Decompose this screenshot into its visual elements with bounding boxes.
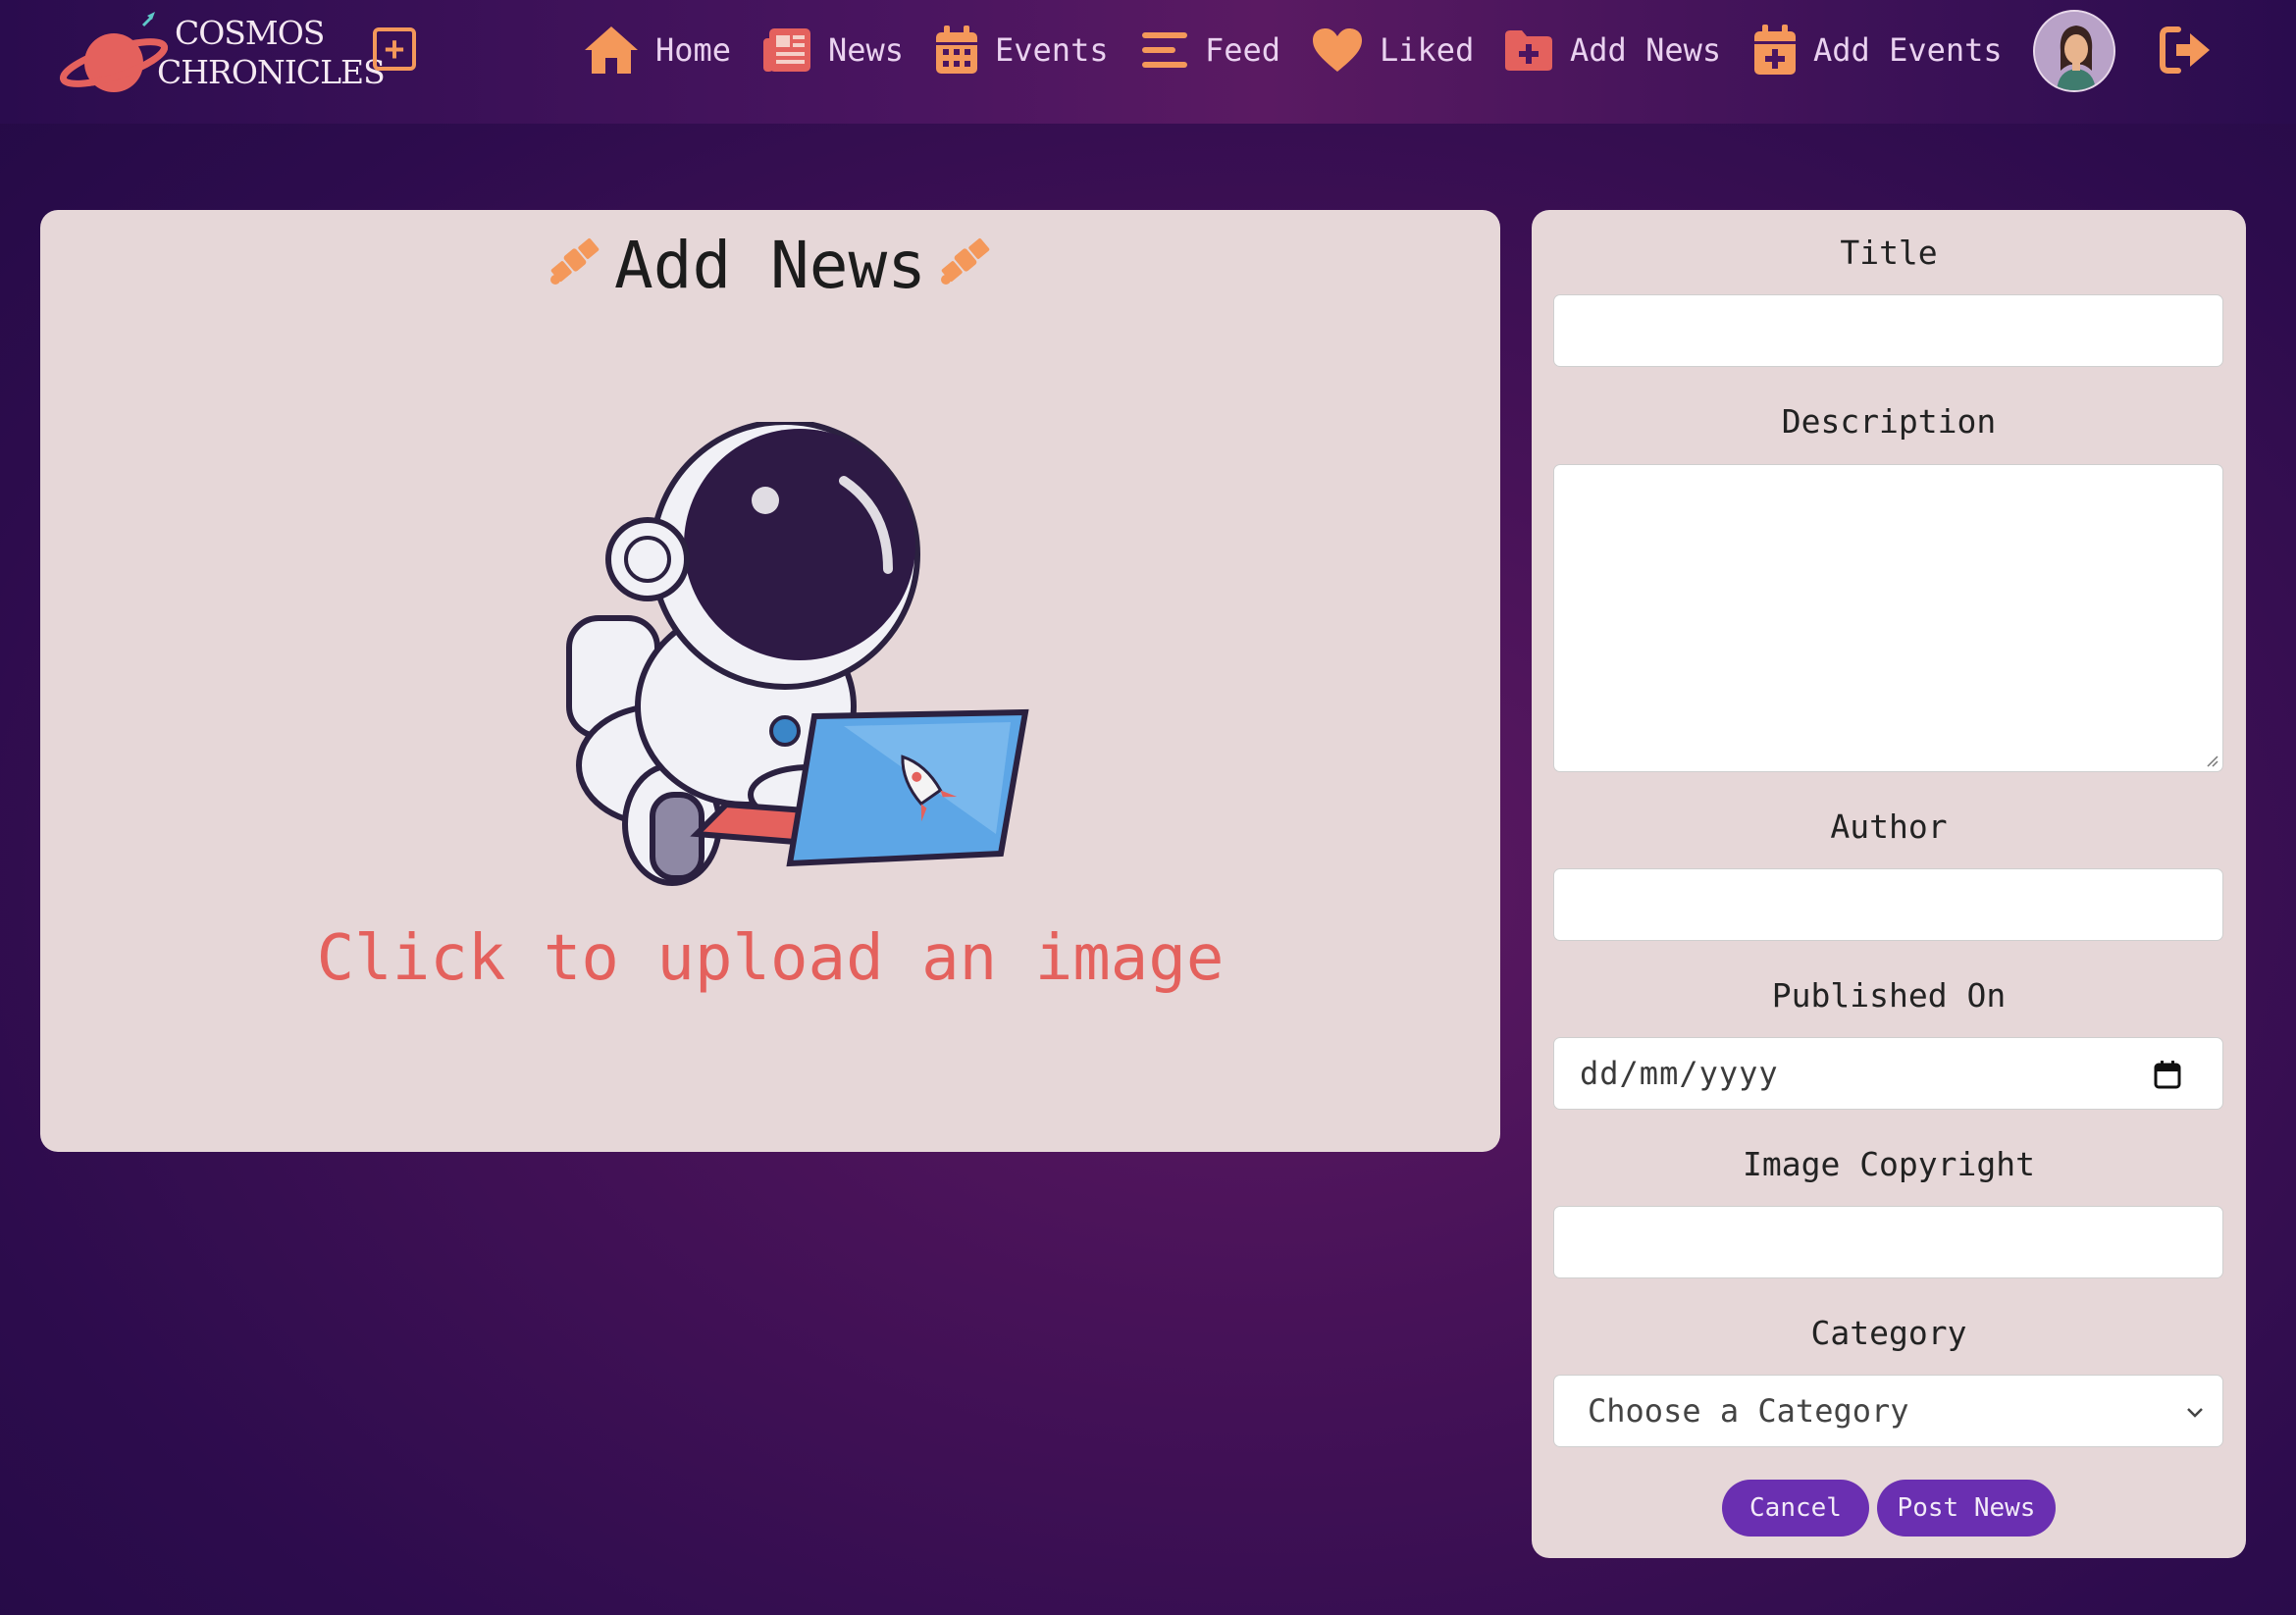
resize-handle-icon[interactable]: [2203, 752, 2218, 767]
nav-item-feed[interactable]: Feed: [1140, 18, 1280, 82]
bars-icon: [1140, 28, 1189, 72]
title-label: Title: [1840, 234, 1938, 272]
astronaut-laptop-illustration[interactable]: [549, 419, 1040, 903]
nav-label-events: Events: [995, 31, 1109, 69]
published-on-date-input[interactable]: dd/mm/yyyy: [1553, 1037, 2223, 1110]
published-on-label: Published On: [1771, 976, 2007, 1015]
nav-item-news[interactable]: News: [761, 18, 904, 82]
nav-label-news: News: [828, 31, 905, 69]
calendar-picker-icon[interactable]: [2154, 1060, 2181, 1089]
category-label: Category: [1810, 1314, 1967, 1352]
satellite-icon: [938, 228, 993, 303]
description-textarea[interactable]: [1553, 464, 2223, 772]
page-title-text: Add News: [614, 228, 926, 303]
logo-line2: CHRONICLES: [157, 53, 386, 91]
calendar-plus-icon: [1752, 24, 1798, 77]
nav-label-liked: Liked: [1380, 31, 1475, 69]
page-title: Add News: [0, 228, 1540, 303]
nav-label-add-events: Add Events: [1813, 31, 2003, 69]
folder-plus-icon: [1503, 27, 1554, 73]
nav-label-home: Home: [655, 31, 732, 69]
description-label: Description: [1781, 402, 1997, 441]
heart-icon: [1311, 26, 1364, 74]
logo-line1: COSMOS: [175, 14, 325, 52]
calendar-icon: [934, 25, 979, 76]
house-icon: [583, 25, 640, 76]
satellite-icon: [548, 228, 602, 303]
category-selected-value: Choose a Category: [1588, 1392, 1909, 1430]
newspaper-icon: [761, 26, 812, 74]
author-label: Author: [1830, 808, 1948, 846]
nav-item-home[interactable]: Home: [583, 18, 731, 82]
upload-prompt[interactable]: Click to upload an image: [0, 922, 1540, 995]
image-copyright-input[interactable]: [1553, 1206, 2223, 1278]
image-copyright-label: Image Copyright: [1742, 1145, 2035, 1183]
nav-label-add-news: Add News: [1570, 31, 1722, 69]
cancel-button[interactable]: Cancel: [1722, 1480, 1869, 1537]
author-input[interactable]: [1553, 868, 2223, 941]
logo[interactable]: COSMOS CHRONICLES: [57, 6, 386, 104]
nav-item-add-events[interactable]: Add Events: [1752, 18, 2003, 82]
logo-text: COSMOS CHRONICLES: [157, 14, 386, 92]
nav-item-events[interactable]: Events: [934, 18, 1109, 82]
top-navbar: COSMOS CHRONICLES + Home News Events Fee…: [0, 0, 2296, 124]
sign-out-icon[interactable]: [2159, 26, 2214, 75]
plus-square-icon[interactable]: +: [373, 27, 416, 71]
chevron-down-icon: [2185, 1401, 2205, 1426]
post-news-button[interactable]: Post News: [1877, 1480, 2056, 1537]
avatar[interactable]: [2033, 10, 2115, 92]
nav-item-liked[interactable]: Liked: [1311, 18, 1474, 82]
user-avatar-icon: [2035, 12, 2113, 90]
title-input[interactable]: [1553, 294, 2223, 367]
date-placeholder: dd/mm/yyyy: [1580, 1055, 1779, 1092]
nav-item-add-news[interactable]: Add News: [1503, 18, 1721, 82]
category-select[interactable]: Choose a Category: [1553, 1375, 2223, 1447]
nav-label-feed: Feed: [1205, 31, 1281, 69]
